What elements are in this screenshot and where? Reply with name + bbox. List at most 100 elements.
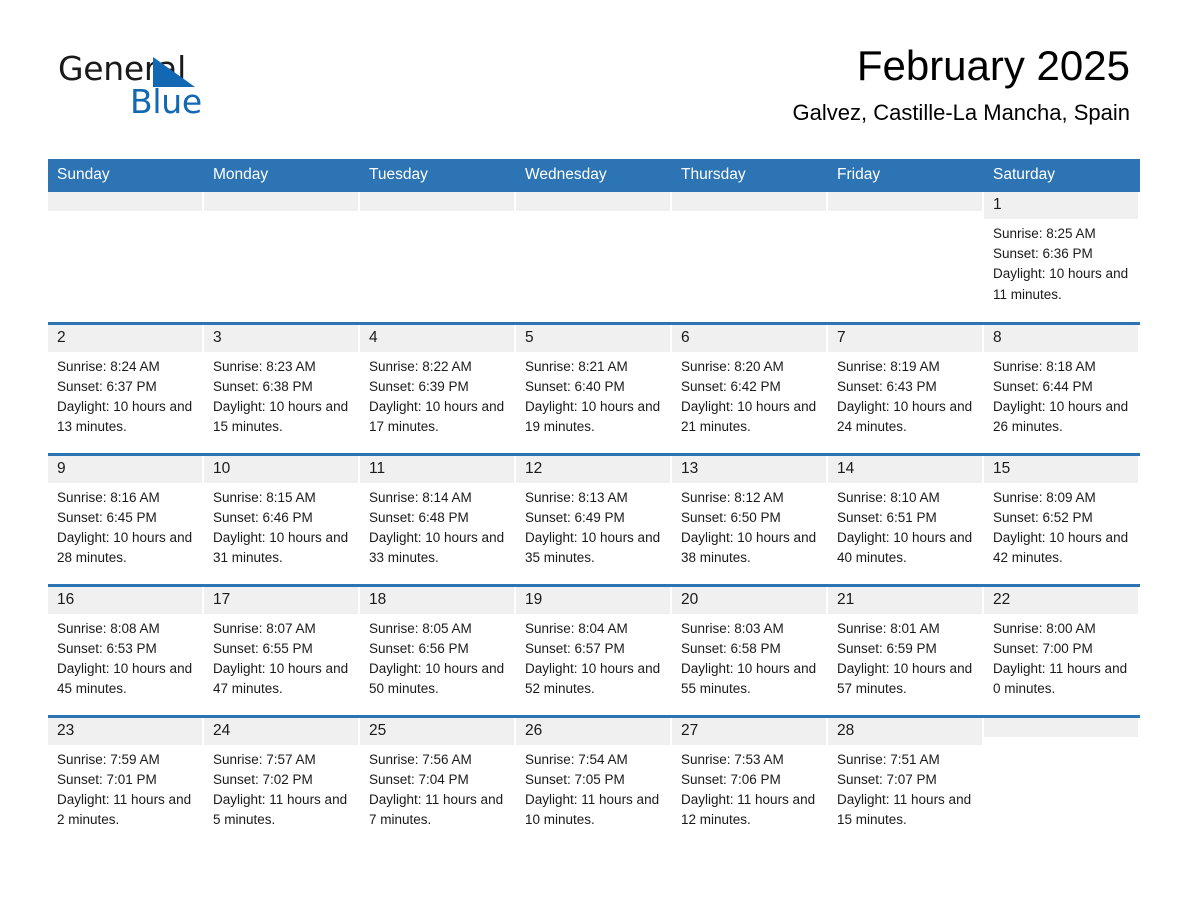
calendar-day-cell[interactable]: 24 Sunrise: 7:57 AM Sunset: 7:02 PM Dayligh… [204, 714, 360, 847]
calendar-day-cell[interactable]: 19 Sunrise: 8:04 AM Sunset: 6:57 PM Dayligh… [516, 583, 672, 716]
sunset-text: Sunset: 6:55 PM [213, 640, 313, 656]
day-details: Sunrise: 7:54 AM Sunset: 7:05 PM Daylight:… [516, 745, 672, 831]
calendar-empty-cell [204, 192, 360, 323]
sunrise-text: Sunrise: 8:10 AM [837, 489, 940, 505]
calendar-day-cell[interactable]: 22 Sunrise: 8:00 AM Sunset: 7:00 PM Dayligh… [984, 583, 1140, 716]
calendar-day-cell[interactable]: 17 Sunrise: 8:07 AM Sunset: 6:55 PM Dayligh… [204, 583, 360, 716]
calendar-day-cell[interactable]: 16 Sunrise: 8:08 AM Sunset: 6:53 PM Dayligh… [48, 583, 204, 716]
calendar-day-cell[interactable]: 13 Sunrise: 8:12 AM Sunset: 6:50 PM Dayligh… [672, 452, 828, 585]
day-number: 2 [57, 328, 66, 346]
calendar-day-cell[interactable]: 18 Sunrise: 8:05 AM Sunset: 6:56 PM Dayligh… [360, 583, 516, 716]
day-number: 3 [213, 328, 222, 346]
calendar-day-cell[interactable]: 1 Sunrise: 8:25 AM Sunset: 6:36 PM Daylight… [984, 192, 1140, 323]
day-details: Sunrise: 8:12 AM Sunset: 6:50 PM Daylight:… [672, 483, 828, 569]
calendar-day-cell[interactable]: 2 Sunrise: 8:24 AM Sunset: 6:37 PM Daylight… [48, 321, 204, 454]
calendar-day-cell[interactable]: 25 Sunrise: 7:56 AM Sunset: 7:04 PM Dayligh… [360, 714, 516, 847]
day-number: 10 [213, 459, 231, 477]
daylight-text: Daylight: 10 hours and 19 minutes. [525, 398, 661, 435]
sunrise-text: Sunrise: 8:16 AM [57, 489, 160, 505]
day-number: 28 [837, 721, 855, 739]
day-number-strip [516, 192, 670, 211]
sunset-text: Sunset: 6:42 PM [681, 378, 781, 394]
calendar-day-cell[interactable]: 12 Sunrise: 8:13 AM Sunset: 6:49 PM Dayligh… [516, 452, 672, 585]
day-number-strip: 3 [204, 324, 358, 352]
calendar-day-cell[interactable]: 21 Sunrise: 8:01 AM Sunset: 6:59 PM Dayligh… [828, 583, 984, 716]
calendar-day-cell[interactable]: 15 Sunrise: 8:09 AM Sunset: 6:52 PM Dayligh… [984, 452, 1140, 585]
sunset-text: Sunset: 6:44 PM [993, 378, 1093, 394]
daylight-text: Daylight: 10 hours and 42 minutes. [993, 529, 1129, 566]
page-header: General Blue February 2025 Galvez, Casti… [0, 0, 1188, 125]
daylight-text: Daylight: 10 hours and 35 minutes. [525, 529, 661, 566]
calendar-day-cell[interactable]: 27 Sunrise: 7:53 AM Sunset: 7:06 PM Dayligh… [672, 714, 828, 847]
daylight-text: Daylight: 10 hours and 13 minutes. [57, 398, 193, 435]
day-number-strip: 11 [360, 455, 514, 483]
calendar-day-cell[interactable]: 5 Sunrise: 8:21 AM Sunset: 6:40 PM Daylight… [516, 321, 672, 454]
daylight-text: Daylight: 10 hours and 24 minutes. [837, 398, 973, 435]
daylight-text: Daylight: 10 hours and 28 minutes. [57, 529, 193, 566]
sunset-text: Sunset: 7:00 PM [993, 640, 1093, 656]
weekday-header-tuesday: Tuesday [360, 159, 516, 192]
daylight-text: Daylight: 10 hours and 15 minutes. [213, 398, 349, 435]
general-blue-logo[interactable]: General Blue [58, 52, 258, 120]
day-details: Sunrise: 7:56 AM Sunset: 7:04 PM Daylight:… [360, 745, 516, 831]
calendar-day-cell[interactable]: 23 Sunrise: 7:59 AM Sunset: 7:01 PM Dayligh… [48, 714, 204, 847]
calendar-table: Sunday Monday Tuesday Wednesday Thursday… [48, 159, 1140, 847]
day-details: Sunrise: 7:53 AM Sunset: 7:06 PM Daylight:… [672, 745, 828, 831]
sunset-text: Sunset: 6:49 PM [525, 509, 625, 525]
day-details: Sunrise: 8:22 AM Sunset: 6:39 PM Daylight:… [360, 352, 516, 438]
day-details: Sunrise: 8:24 AM Sunset: 6:37 PM Daylight:… [48, 352, 204, 438]
sunrise-text: Sunrise: 8:05 AM [369, 620, 472, 636]
day-number-strip: 2 [48, 324, 202, 352]
daylight-text: Daylight: 10 hours and 21 minutes. [681, 398, 817, 435]
calendar-day-cell[interactable]: 14 Sunrise: 8:10 AM Sunset: 6:51 PM Dayligh… [828, 452, 984, 585]
calendar-day-cell[interactable]: 10 Sunrise: 8:15 AM Sunset: 6:46 PM Dayligh… [204, 452, 360, 585]
sunset-text: Sunset: 6:38 PM [213, 378, 313, 394]
calendar-day-cell[interactable]: 9 Sunrise: 8:16 AM Sunset: 6:45 PM Daylight… [48, 452, 204, 585]
sunset-text: Sunset: 6:51 PM [837, 509, 937, 525]
day-number: 26 [525, 721, 543, 739]
sunset-text: Sunset: 6:52 PM [993, 509, 1093, 525]
day-number-strip: 17 [204, 586, 358, 614]
day-number-strip: 10 [204, 455, 358, 483]
day-number: 19 [525, 590, 543, 608]
day-number-strip [48, 192, 202, 211]
calendar-day-cell[interactable]: 26 Sunrise: 7:54 AM Sunset: 7:05 PM Dayligh… [516, 714, 672, 847]
calendar-day-cell[interactable]: 3 Sunrise: 8:23 AM Sunset: 6:38 PM Daylight… [204, 321, 360, 454]
calendar-day-cell[interactable]: 4 Sunrise: 8:22 AM Sunset: 6:39 PM Daylight… [360, 321, 516, 454]
calendar-header-row: Sunday Monday Tuesday Wednesday Thursday… [48, 159, 1140, 192]
calendar-day-cell[interactable]: 8 Sunrise: 8:18 AM Sunset: 6:44 PM Daylight… [984, 321, 1140, 454]
sunrise-text: Sunrise: 8:20 AM [681, 358, 784, 374]
day-number: 16 [57, 590, 75, 608]
calendar-day-cell[interactable]: 11 Sunrise: 8:14 AM Sunset: 6:48 PM Dayligh… [360, 452, 516, 585]
day-number-strip: 26 [516, 717, 670, 745]
day-number-strip: 13 [672, 455, 826, 483]
sunrise-text: Sunrise: 8:21 AM [525, 358, 628, 374]
calendar-grid: Sunday Monday Tuesday Wednesday Thursday… [48, 159, 1140, 847]
calendar-day-cell[interactable]: 20 Sunrise: 8:03 AM Sunset: 6:58 PM Dayligh… [672, 583, 828, 716]
calendar-week-row: 2 Sunrise: 8:24 AM Sunset: 6:37 PM Daylight… [48, 321, 1140, 454]
day-details: Sunrise: 8:13 AM Sunset: 6:49 PM Daylight:… [516, 483, 672, 569]
sunrise-text: Sunrise: 8:19 AM [837, 358, 940, 374]
sunrise-text: Sunrise: 8:01 AM [837, 620, 940, 636]
day-details: Sunrise: 8:19 AM Sunset: 6:43 PM Daylight:… [828, 352, 984, 438]
calendar-page: General Blue February 2025 Galvez, Casti… [0, 0, 1188, 918]
sunrise-text: Sunrise: 7:54 AM [525, 751, 628, 767]
sunset-text: Sunset: 6:46 PM [213, 509, 313, 525]
day-number: 24 [213, 721, 231, 739]
daylight-text: Daylight: 10 hours and 17 minutes. [369, 398, 505, 435]
weekday-header-thursday: Thursday [672, 159, 828, 192]
sunrise-text: Sunrise: 8:12 AM [681, 489, 784, 505]
day-details: Sunrise: 8:00 AM Sunset: 7:00 PM Daylight:… [984, 614, 1140, 700]
calendar-day-cell[interactable]: 7 Sunrise: 8:19 AM Sunset: 6:43 PM Daylight… [828, 321, 984, 454]
sunrise-text: Sunrise: 8:23 AM [213, 358, 316, 374]
calendar-week-row: 16 Sunrise: 8:08 AM Sunset: 6:53 PM Dayligh… [48, 583, 1140, 716]
calendar-day-cell[interactable]: 28 Sunrise: 7:51 AM Sunset: 7:07 PM Dayligh… [828, 714, 984, 847]
calendar-day-cell[interactable]: 6 Sunrise: 8:20 AM Sunset: 6:42 PM Daylight… [672, 321, 828, 454]
day-number: 4 [369, 328, 378, 346]
daylight-text: Daylight: 10 hours and 57 minutes. [837, 660, 973, 697]
day-number-strip [984, 717, 1138, 737]
sunrise-text: Sunrise: 8:14 AM [369, 489, 472, 505]
day-number-strip [672, 192, 826, 211]
sunrise-text: Sunrise: 8:08 AM [57, 620, 160, 636]
day-details: Sunrise: 8:04 AM Sunset: 6:57 PM Daylight:… [516, 614, 672, 700]
